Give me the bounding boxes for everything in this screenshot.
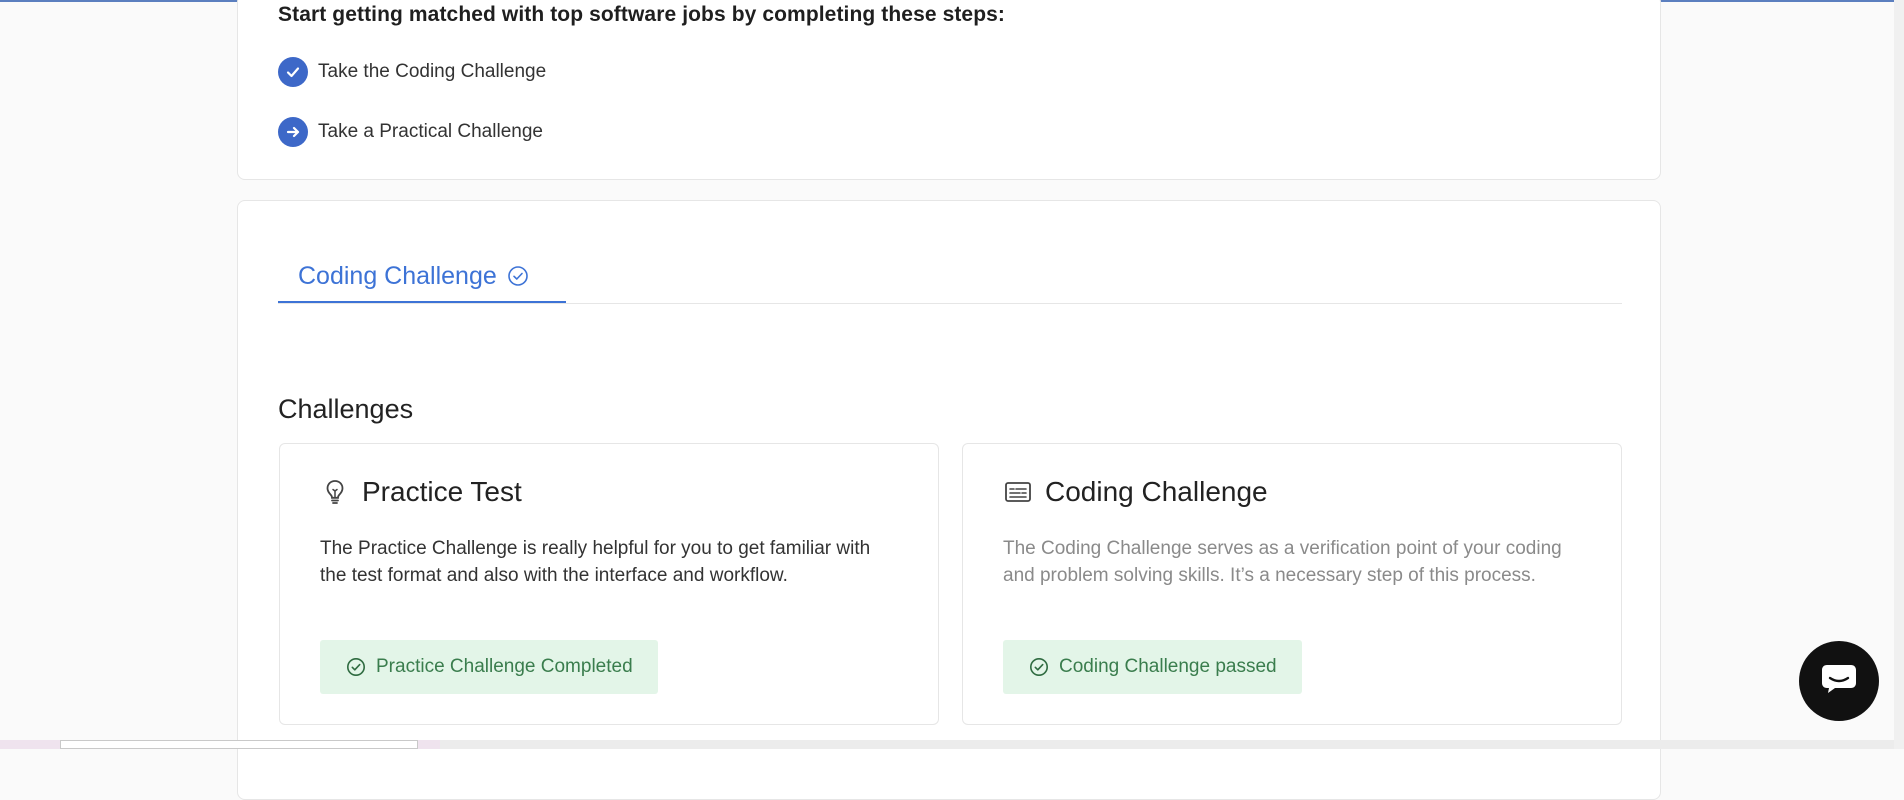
practice-completed-badge: Practice Challenge Completed (320, 640, 658, 694)
challenges-panel: Coding Challenge Challenges Practice Tes… (237, 200, 1661, 800)
tab-coding-challenge[interactable]: Coding Challenge (278, 251, 566, 303)
check-icon (278, 57, 308, 87)
check-circle-icon (346, 657, 366, 677)
practice-test-card: Practice Test The Practice Challenge is … (279, 443, 939, 725)
steps-heading: Start getting matched with top software … (278, 3, 1006, 26)
terminal-icon (1003, 477, 1033, 507)
card-header: Practice Test (320, 476, 522, 508)
card-title: Practice Test (362, 476, 522, 507)
step-practical-challenge[interactable]: Take a Practical Challenge (278, 117, 543, 147)
step-label: Take a Practical Challenge (318, 121, 543, 142)
card-header: Coding Challenge (1003, 476, 1268, 508)
onboarding-steps-card: Start getting matched with top software … (237, 0, 1661, 180)
step-label: Take the Coding Challenge (318, 61, 547, 82)
coding-passed-badge: Coding Challenge passed (1003, 640, 1302, 694)
arrow-right-icon (278, 117, 308, 147)
taskbar-search-box[interactable] (60, 740, 418, 749)
chat-widget-button[interactable] (1799, 641, 1879, 721)
coding-challenge-card: Coding Challenge The Coding Challenge se… (962, 443, 1622, 725)
check-circle-icon (507, 265, 529, 287)
chat-bubble-icon (1819, 661, 1859, 702)
taskbar-strip (0, 740, 1894, 749)
status-text: Practice Challenge Completed (376, 656, 633, 677)
card-title: Coding Challenge (1045, 476, 1268, 507)
lightbulb-icon (320, 477, 350, 507)
section-title: Challenges (278, 394, 414, 424)
card-description: The Practice Challenge is really helpful… (320, 538, 871, 586)
check-circle-icon (1029, 657, 1049, 677)
tab-bar: Coding Challenge (278, 251, 1622, 304)
scrollbar-track[interactable] (1894, 0, 1904, 749)
card-description: The Coding Challenge serves as a verific… (1003, 538, 1562, 586)
step-coding-challenge[interactable]: Take the Coding Challenge (278, 57, 546, 87)
status-text: Coding Challenge passed (1059, 656, 1277, 677)
tab-label: Coding Challenge (298, 261, 497, 290)
